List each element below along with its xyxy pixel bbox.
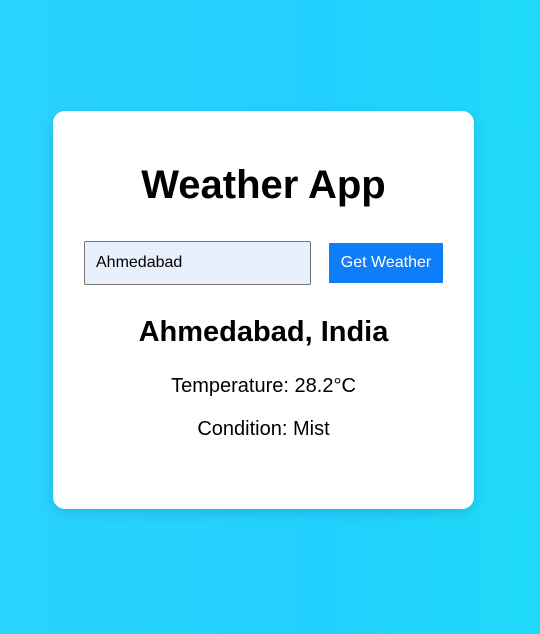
temperature-value: 28.2°C [294, 375, 356, 397]
weather-card: Weather App Get Weather Ahmedabad, India… [53, 111, 474, 509]
condition-line: Condition: Mist [53, 417, 474, 441]
location-heading: Ahmedabad, India [138, 316, 389, 348]
city-input[interactable] [84, 241, 311, 285]
condition-value: Mist [292, 418, 330, 440]
app-title: Weather App [141, 163, 386, 207]
temperature-label: Temperature: [171, 375, 289, 397]
get-weather-button[interactable]: Get Weather [329, 243, 443, 283]
search-row: Get Weather [84, 241, 443, 285]
condition-label: Condition: [197, 418, 288, 440]
temperature-line: Temperature: 28.2°C [53, 374, 474, 398]
